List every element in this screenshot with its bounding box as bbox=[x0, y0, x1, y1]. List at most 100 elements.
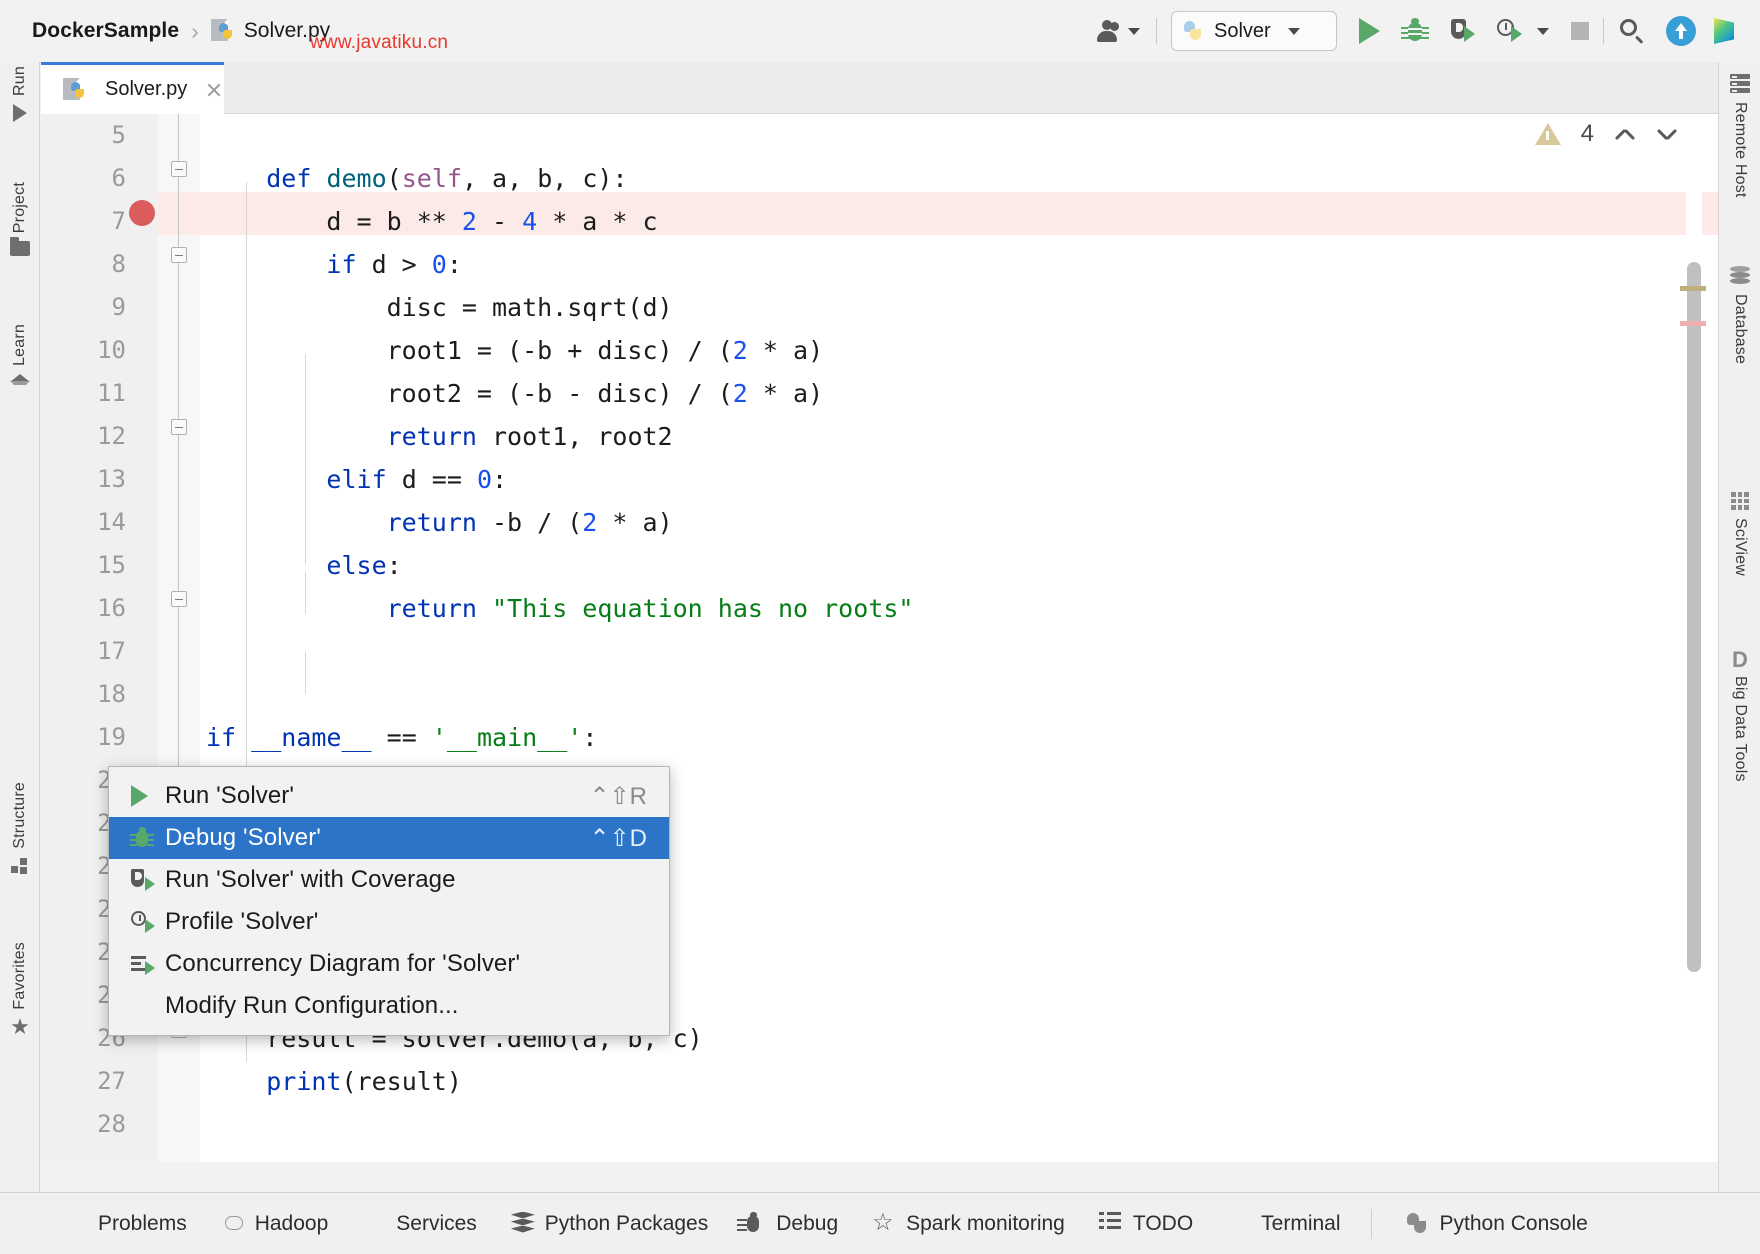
menu-item-concurrency-diagram[interactable]: Concurrency Diagram for 'Solver' bbox=[109, 943, 669, 985]
tab-solver-py[interactable]: Solver.py bbox=[41, 62, 224, 114]
code-line[interactable]: 8 if d > 0: bbox=[41, 243, 1718, 286]
status-tool-bar: Problems Hadoop Services Python Packages… bbox=[0, 1192, 1760, 1254]
star-icon: ☆ bbox=[872, 1212, 896, 1236]
breadcrumb-project[interactable]: DockerSample bbox=[32, 19, 179, 43]
code-line[interactable]: 27 print(result) bbox=[41, 1060, 1718, 1103]
code-line-text: return root1, root2 bbox=[206, 415, 673, 458]
code-line[interactable]: 16 return "This equation has no roots" bbox=[41, 587, 1718, 630]
fold-marker[interactable] bbox=[171, 591, 187, 607]
scrollbar-warning-marker[interactable] bbox=[1680, 286, 1706, 291]
bottom-item-terminal[interactable]: Terminal bbox=[1227, 1212, 1340, 1236]
editor-scrollbar-thumb[interactable] bbox=[1687, 262, 1701, 972]
main-toolbar: DockerSample › Solver.py Solver bbox=[0, 0, 1760, 62]
more-run-options-button[interactable] bbox=[1532, 28, 1549, 35]
line-number: 6 bbox=[41, 157, 126, 200]
previous-problem-icon[interactable] bbox=[1614, 123, 1636, 145]
sidebar-item-structure[interactable]: Structure bbox=[0, 782, 40, 875]
code-line[interactable]: 14 return -b / (2 * a) bbox=[41, 501, 1718, 544]
run-configuration-selector[interactable]: Solver bbox=[1171, 11, 1337, 51]
close-icon[interactable] bbox=[205, 81, 223, 99]
code-line[interactable]: 5 bbox=[41, 114, 1718, 157]
problems-icon bbox=[64, 1212, 88, 1236]
code-line[interactable]: 13 elif d == 0: bbox=[41, 458, 1718, 501]
run-with-coverage-button[interactable] bbox=[1450, 18, 1476, 44]
scrollbar-error-marker[interactable] bbox=[1680, 321, 1706, 326]
sidebar-item-sciview[interactable]: SciView bbox=[1719, 492, 1760, 576]
debug-icon bbox=[131, 827, 165, 849]
menu-item-shortcut: ⌃⇧D bbox=[589, 824, 647, 853]
code-line[interactable]: 28 bbox=[41, 1103, 1718, 1146]
toolbar-divider bbox=[1603, 18, 1604, 44]
run-button[interactable] bbox=[1359, 18, 1380, 44]
code-line-text: if __name__ == '__main__': bbox=[206, 716, 597, 759]
bottom-item-debug[interactable]: Debug bbox=[742, 1212, 838, 1236]
run-icon bbox=[1359, 18, 1380, 44]
code-line[interactable]: 9 disc = math.sqrt(d) bbox=[41, 286, 1718, 329]
code-line-text: disc = math.sqrt(d) bbox=[206, 286, 673, 329]
bottom-item-python-console[interactable]: Python Console bbox=[1406, 1212, 1588, 1236]
bottom-item-label: Terminal bbox=[1261, 1212, 1340, 1236]
bottom-item-hadoop[interactable]: Hadoop bbox=[221, 1212, 329, 1236]
code-line[interactable]: 12 return root1, root2 bbox=[41, 415, 1718, 458]
sidebar-item-learn[interactable]: Learn bbox=[0, 324, 40, 382]
line-number: 15 bbox=[41, 544, 126, 587]
ai-assistant-button[interactable] bbox=[1714, 18, 1746, 44]
code-line-text: print(result) bbox=[206, 1060, 462, 1103]
play-icon bbox=[13, 104, 27, 122]
menu-item-modify-run-configuration[interactable]: Modify Run Configuration... bbox=[109, 985, 669, 1027]
updates-button[interactable] bbox=[1666, 16, 1696, 46]
sidebar-item-label: SciView bbox=[1731, 518, 1749, 576]
breakpoint-marker[interactable] bbox=[129, 200, 155, 226]
code-line[interactable]: 11 root2 = (-b - disc) / (2 * a) bbox=[41, 372, 1718, 415]
menu-item-debug-solver[interactable]: Debug 'Solver' ⌃⇧D bbox=[109, 817, 669, 859]
code-line-text: else: bbox=[206, 544, 402, 587]
bottom-item-services[interactable]: Services bbox=[362, 1212, 477, 1236]
todo-icon bbox=[1099, 1212, 1123, 1236]
python-config-icon bbox=[1184, 20, 1206, 42]
line-number: 13 bbox=[41, 458, 126, 501]
sidebar-item-run[interactable]: Run bbox=[0, 66, 40, 122]
sidebar-item-big-data-tools[interactable]: D Big Data Tools bbox=[1719, 650, 1760, 782]
bottom-item-problems[interactable]: Problems bbox=[64, 1212, 187, 1236]
code-line[interactable]: 18 bbox=[41, 673, 1718, 716]
menu-item-profile-solver[interactable]: Profile 'Solver' bbox=[109, 901, 669, 943]
next-problem-icon[interactable] bbox=[1656, 123, 1678, 145]
bottom-item-todo[interactable]: TODO bbox=[1099, 1212, 1193, 1236]
sidebar-item-database[interactable]: Database bbox=[1719, 266, 1760, 364]
inspection-widget[interactable]: 4 bbox=[1535, 120, 1678, 148]
menu-item-run-solver[interactable]: Run 'Solver' ⌃⇧R bbox=[109, 775, 669, 817]
fold-marker[interactable] bbox=[171, 247, 187, 263]
code-line[interactable]: 19if __name__ == '__main__': bbox=[41, 716, 1718, 759]
code-line-text: return -b / (2 * a) bbox=[206, 501, 673, 544]
line-number: 12 bbox=[41, 415, 126, 458]
bottom-item-spark-monitoring[interactable]: ☆ Spark monitoring bbox=[872, 1212, 1065, 1236]
fold-guide bbox=[178, 435, 179, 591]
code-line[interactable]: 17 bbox=[41, 630, 1718, 673]
sidebar-item-remote-host[interactable]: Remote Host bbox=[1719, 74, 1760, 198]
stop-button[interactable] bbox=[1571, 22, 1589, 40]
code-line[interactable]: 7 d = b ** 2 - 4 * a * c bbox=[41, 200, 1718, 243]
fold-guide bbox=[178, 263, 179, 419]
sidebar-item-favorites[interactable]: Favorites ★ bbox=[0, 942, 40, 1036]
coverage-icon bbox=[131, 869, 165, 891]
fold-marker[interactable] bbox=[171, 419, 187, 435]
code-line[interactable]: 15 else: bbox=[41, 544, 1718, 587]
debug-button[interactable] bbox=[1402, 18, 1428, 44]
bottom-item-label: TODO bbox=[1133, 1212, 1193, 1236]
user-avatar-icon bbox=[1097, 20, 1123, 42]
code-line[interactable]: 10 root1 = (-b + disc) / (2 * a) bbox=[41, 329, 1718, 372]
fold-marker[interactable] bbox=[171, 161, 187, 177]
code-line[interactable]: 6 def demo(self, a, b, c): bbox=[41, 157, 1718, 200]
user-avatar-button[interactable] bbox=[1097, 20, 1140, 42]
profile-icon bbox=[131, 911, 165, 933]
bottom-item-python-packages[interactable]: Python Packages bbox=[511, 1212, 708, 1236]
python-file-icon bbox=[211, 19, 235, 43]
search-everywhere-button[interactable] bbox=[1618, 17, 1646, 45]
run-context-menu[interactable]: Run 'Solver' ⌃⇧R Debug 'Solver' ⌃⇧D Run … bbox=[108, 766, 670, 1036]
menu-item-run-with-coverage[interactable]: Run 'Solver' with Coverage bbox=[109, 859, 669, 901]
code-line-text: elif d == 0: bbox=[206, 458, 507, 501]
profile-button[interactable] bbox=[1496, 18, 1522, 44]
menu-item-shortcut: ⌃⇧R bbox=[589, 782, 647, 811]
grid-icon bbox=[1731, 492, 1749, 510]
sidebar-item-project[interactable]: Project bbox=[0, 182, 40, 256]
